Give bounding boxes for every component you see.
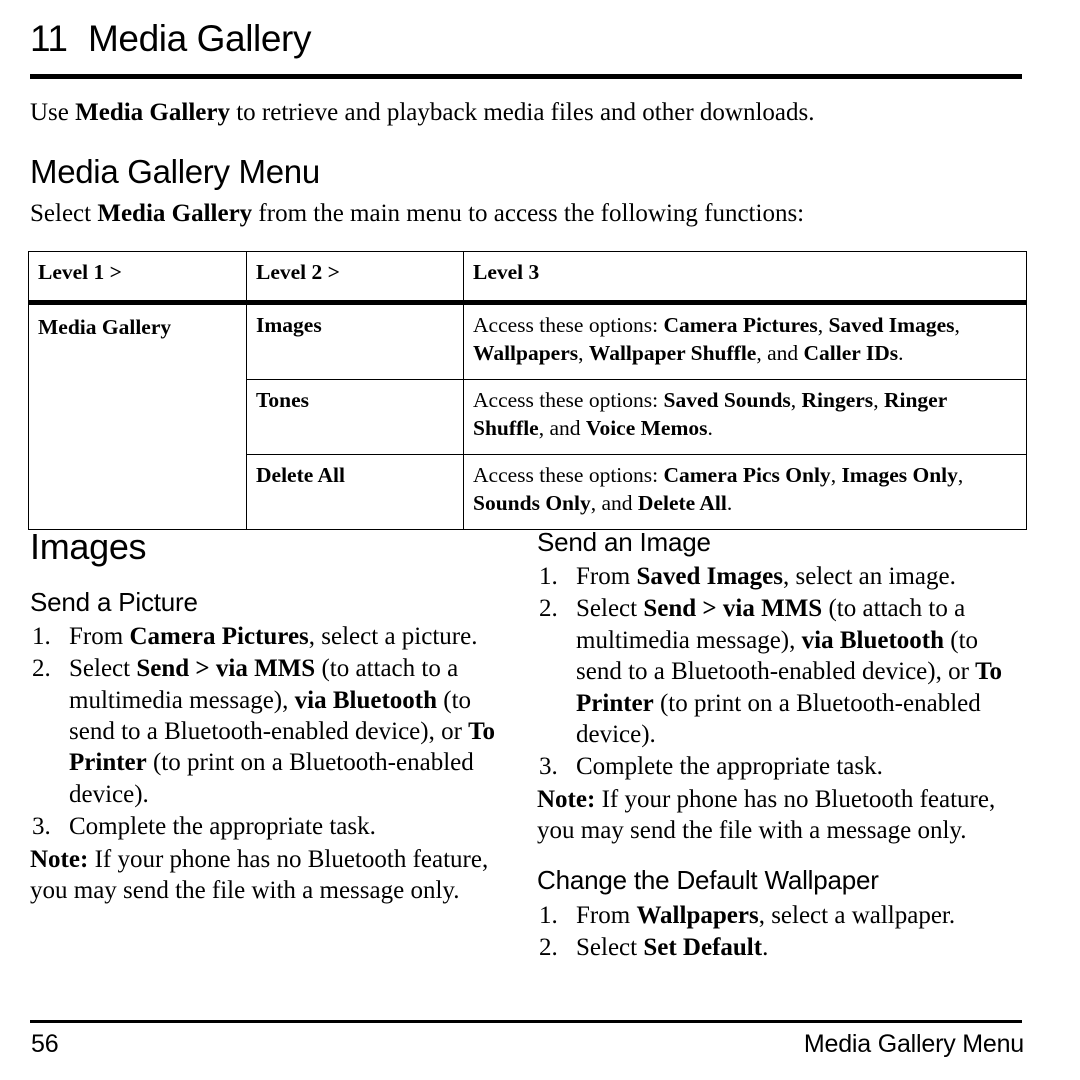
level3-prefix-images: Access these options: [473, 313, 664, 337]
note-label: Note: [30, 845, 89, 873]
cell-level-2-delete-all: Delete All [246, 454, 464, 530]
cell-level-3-delete-all: Access these options: Camera Pics Only, … [463, 454, 1027, 530]
table-row: Media Gallery Images Access these option… [28, 302, 1027, 530]
emphasis-text: Set Default [643, 933, 763, 961]
menu-lead-paragraph: Select Media Gallery from the main menu … [30, 197, 1030, 230]
cell-level-3-images: Access these options: Camera Pictures, S… [463, 302, 1027, 380]
note-text: If your phone has no Bluetooth feature, … [537, 785, 996, 845]
list-item: Select Set Default. [537, 932, 1017, 964]
body-text: , select an image. [782, 563, 956, 591]
option-camera-pictures: Camera Pictures [663, 313, 818, 337]
option-wallpapers: Wallpapers [473, 340, 579, 365]
menu-structure-table: Level 1 > Level 2 > Level 3 Media Galler… [28, 251, 1027, 530]
steps-send-a-picture: From Camera Pictures, select a picture. … [30, 621, 508, 843]
steps-change-default-wallpaper: From Wallpapers, select a wallpaper. Sel… [537, 900, 1017, 964]
emphasis-text: via Bluetooth [801, 626, 945, 654]
cell-level-2-images: Images [246, 302, 464, 380]
subheading-send-a-picture: Send a Picture [30, 586, 198, 617]
chapter-heading: 11 Media Gallery [30, 18, 1022, 59]
option-camera-pics-only: Camera Pics Only [663, 463, 831, 487]
emphasis-text: Send > via MMS [136, 655, 316, 683]
level3-prefix-tones: Access these options: [473, 388, 664, 412]
section-heading-media-gallery-menu: Media Gallery Menu [30, 153, 320, 190]
body-text: Select [69, 655, 137, 683]
list-item: Complete the appropriate task. [30, 811, 508, 843]
cell-level-1-media-gallery: Media Gallery [28, 302, 247, 530]
body-text: From [576, 563, 637, 591]
body-text: From [69, 622, 130, 650]
body-column-left: Images Send a Picture From Camera Pictur… [30, 528, 508, 906]
body-text: , select a wallpaper. [758, 901, 956, 929]
list-item: From Wallpapers, select a wallpaper. [537, 900, 1017, 932]
footer-page-number: 56 [31, 1030, 59, 1058]
emphasis-text: via Bluetooth [294, 686, 438, 714]
emphasis-text: Saved Images [636, 563, 783, 591]
menu-lead-before: Select [30, 200, 98, 227]
footer-rule [30, 1020, 1022, 1023]
option-ringers: Ringers [801, 388, 874, 412]
manual-page: 11 Media Gallery Use Media Gallery to ret… [0, 0, 1080, 1080]
option-caller-ids: Caller IDs [803, 340, 899, 365]
option-sounds-only: Sounds Only [473, 490, 591, 515]
option-images-only: Images Only [841, 463, 958, 487]
emphasis-text: Send > via MMS [643, 595, 823, 623]
note-label: Note: [537, 785, 596, 813]
list-item: Complete the appropriate task. [537, 751, 1017, 783]
body-text: Select [576, 595, 644, 623]
column-header-level-1: Level 1 > [28, 251, 247, 305]
level3-prefix-delete-all: Access these options: [473, 463, 664, 487]
body-text: Select [576, 933, 644, 961]
section-heading-images: Images [30, 526, 147, 567]
column-header-level-3: Level 3 [463, 251, 1027, 305]
list-item: From Camera Pictures, select a picture. [30, 621, 508, 653]
option-delete-all: Delete All [637, 490, 727, 515]
intro-text-after: to retrieve and playback media files and… [229, 99, 815, 126]
chapter-heading-line: 11 Media Gallery [30, 18, 1022, 59]
footer-running-title: Media Gallery Menu [803, 1030, 1024, 1058]
body-text: Complete the appropriate task. [576, 753, 883, 781]
body-text: . [762, 933, 769, 961]
cell-level-3-tones: Access these options: Saved Sounds, Ring… [463, 379, 1027, 455]
body-text: , select a picture. [308, 622, 478, 650]
emphasis-text: Wallpapers [636, 901, 759, 929]
emphasis-text: Camera Pictures [129, 622, 309, 650]
subheading-change-default-wallpaper: Change the Default Wallpaper [537, 865, 879, 896]
option-saved-sounds: Saved Sounds [663, 388, 791, 412]
chapter-number: 11 [30, 18, 68, 59]
option-saved-images: Saved Images [828, 313, 955, 337]
list-item: Select Send > via MMS (to attach to a mu… [30, 653, 508, 810]
note-send-a-picture: Note: If your phone has no Bluetooth fea… [30, 844, 508, 907]
menu-lead-bold: Media Gallery [97, 200, 253, 227]
chapter-title: Media Gallery [88, 18, 312, 59]
body-text: From [576, 901, 637, 929]
table-header-row: Level 1 > Level 2 > Level 3 [28, 251, 1027, 305]
option-wallpaper-shuffle: Wallpaper Shuffle [588, 340, 757, 365]
intro-paragraph: Use Media Gallery to retrieve and playba… [30, 96, 1030, 129]
subheading-send-an-image: Send an Image [537, 527, 711, 557]
list-item: From Saved Images, select an image. [537, 561, 1017, 593]
menu-lead-after: from the main menu to access the followi… [252, 200, 805, 227]
option-voice-memos: Voice Memos [585, 415, 708, 440]
intro-text-bold: Media Gallery [75, 99, 230, 126]
steps-send-an-image: From Saved Images, select an image. Sele… [537, 561, 1017, 783]
cell-level-2-tones: Tones [246, 379, 464, 455]
note-send-an-image: Note: If your phone has no Bluetooth fea… [537, 784, 1017, 847]
note-text: If your phone has no Bluetooth feature, … [30, 845, 489, 904]
body-column-right: Send an Image From Saved Images, select … [537, 527, 1017, 964]
chapter-rule [30, 74, 1022, 79]
column-header-level-2: Level 2 > [246, 251, 464, 305]
body-text: Complete the appropriate task. [69, 813, 376, 841]
list-item: Select Send > via MMS (to attach to a mu… [537, 593, 1017, 750]
intro-text-before: Use [30, 99, 76, 126]
